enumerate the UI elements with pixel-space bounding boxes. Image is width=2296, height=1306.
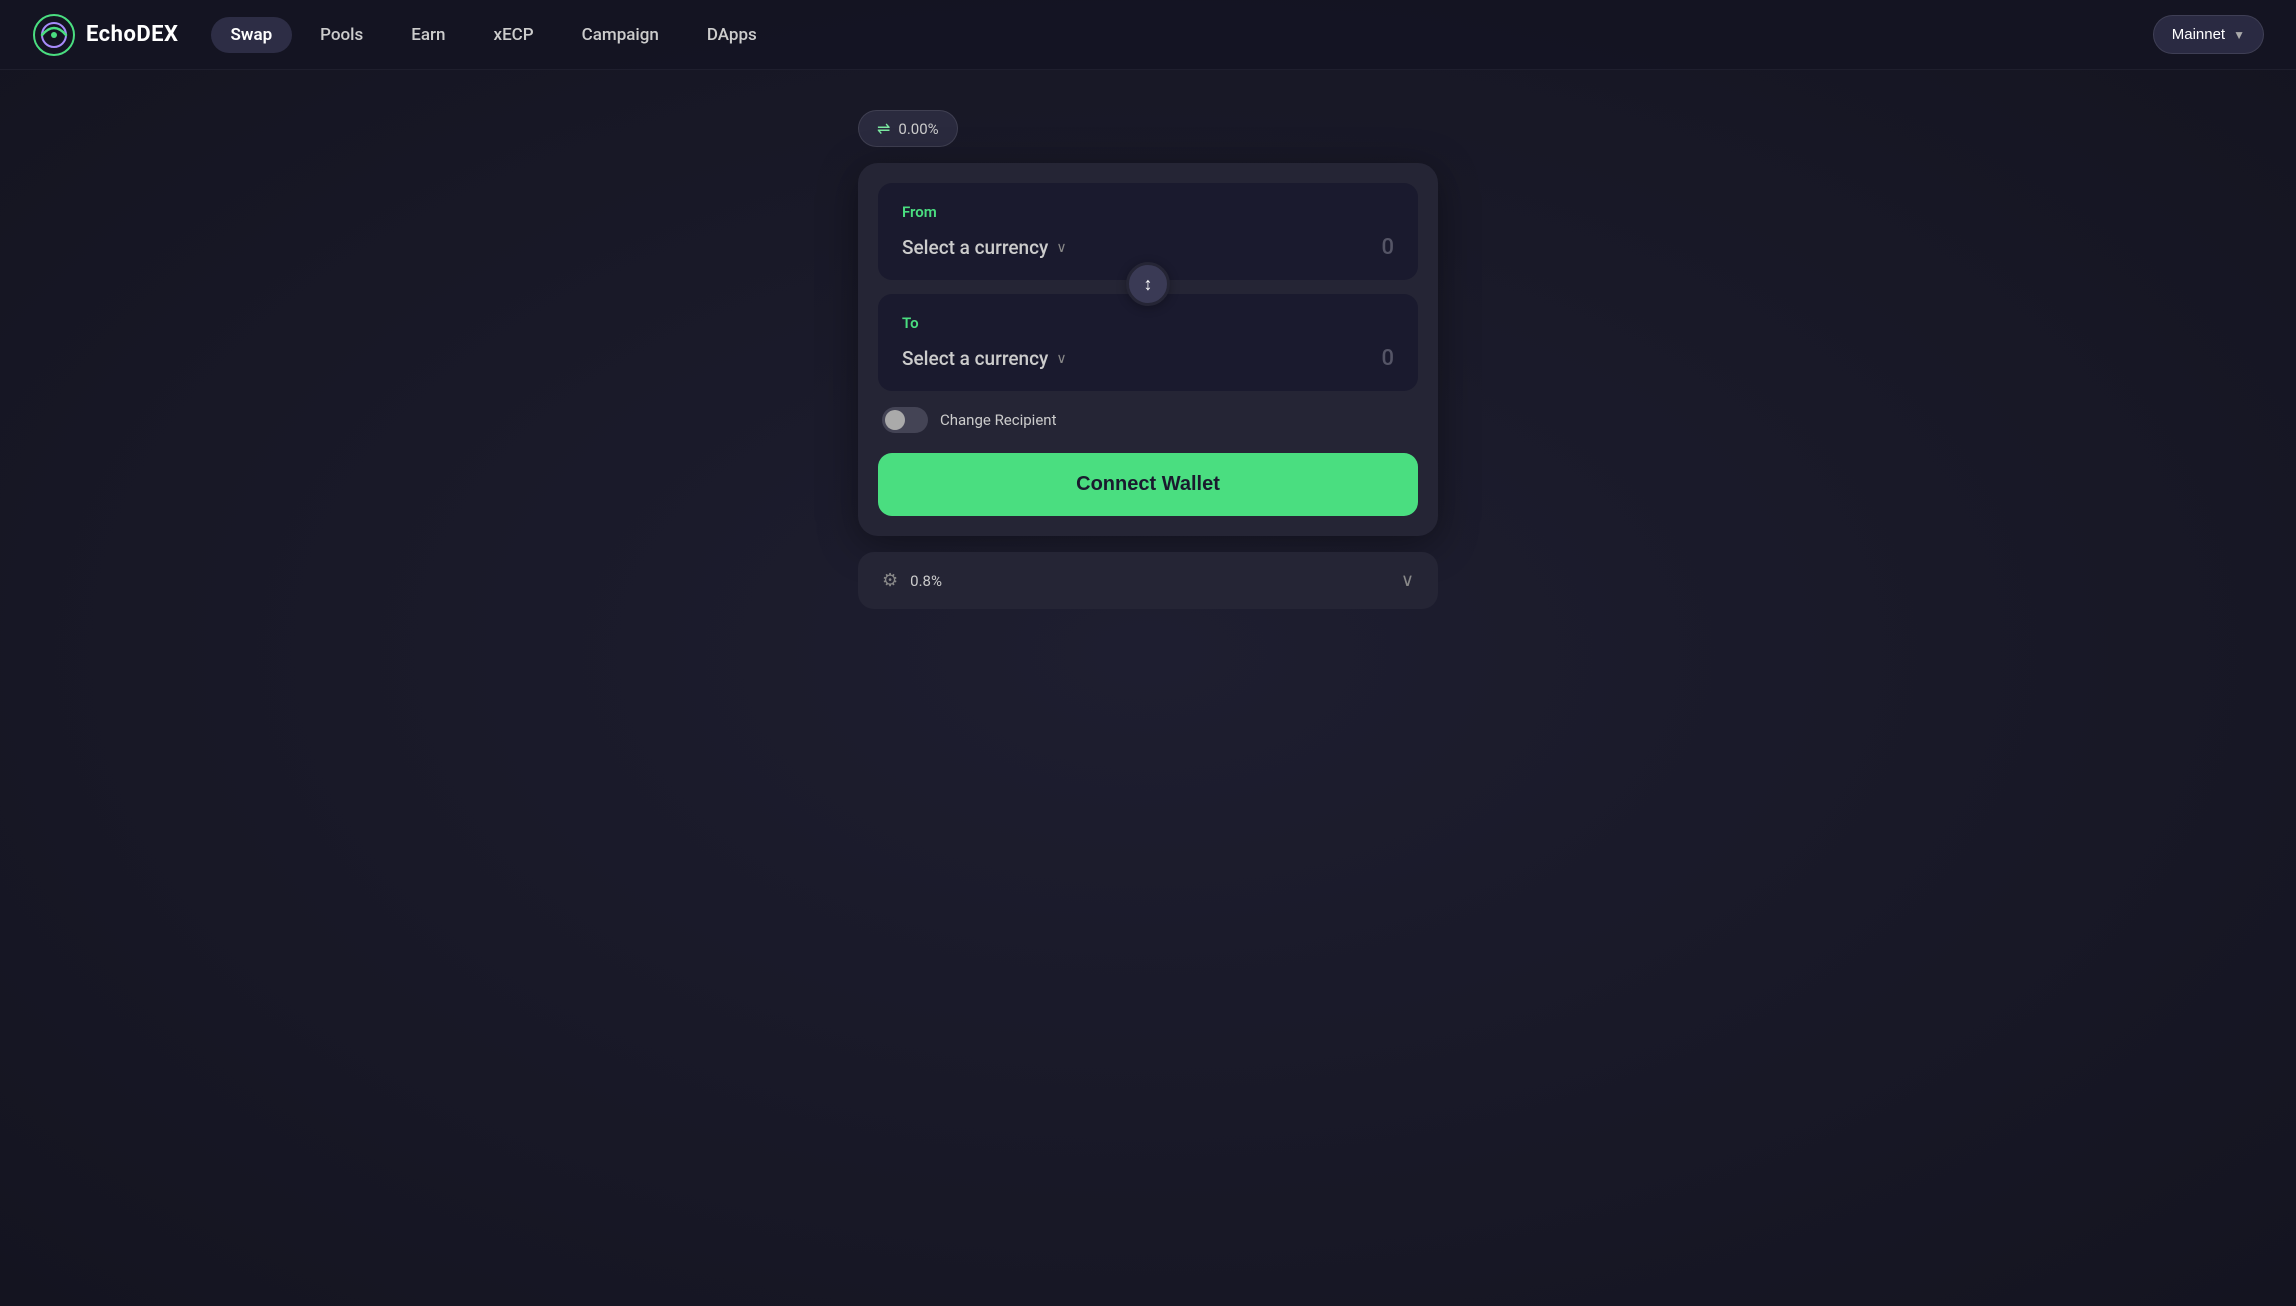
nav-item-campaign[interactable]: Campaign [562, 17, 679, 53]
settings-left: ⚙ 0.8% [882, 570, 942, 591]
nav-item-xecp[interactable]: xECP [474, 17, 554, 53]
main-content: ⇌ 0.00% From Select a currency ∨ 0 ↕ [0, 70, 2296, 1306]
to-label: To [902, 314, 1394, 332]
from-currency-select[interactable]: Select a currency ∨ [902, 236, 1067, 259]
to-chevron-down-icon: ∨ [1056, 351, 1066, 367]
nav-item-pools[interactable]: Pools [300, 17, 383, 53]
slippage-badge[interactable]: ⇌ 0.00% [858, 110, 958, 147]
from-currency-row: Select a currency ∨ 0 [902, 235, 1394, 260]
swap-arrows-icon: ↕ [1144, 274, 1153, 295]
logo-icon [32, 13, 76, 57]
network-chevron-icon: ▼ [2233, 28, 2245, 42]
from-currency-placeholder: Select a currency [902, 236, 1048, 259]
to-currency-row: Select a currency ∨ 0 [902, 346, 1394, 371]
logo[interactable]: EchoDEX [32, 13, 179, 57]
swap-card: From Select a currency ∨ 0 ↕ To [858, 163, 1438, 536]
to-amount[interactable]: 0 [1381, 346, 1394, 371]
recipient-label: Change Recipient [940, 411, 1056, 429]
settings-icon: ⚙ [882, 570, 898, 591]
settings-value: 0.8% [910, 572, 942, 590]
from-label: From [902, 203, 1394, 221]
from-chevron-down-icon: ∨ [1056, 240, 1066, 256]
connect-wallet-button[interactable]: Connect Wallet [878, 453, 1418, 516]
swap-direction-button[interactable]: ↕ [1126, 262, 1170, 306]
settings-chevron-icon: ∨ [1401, 570, 1414, 591]
recipient-toggle[interactable] [882, 407, 928, 433]
from-amount[interactable]: 0 [1381, 235, 1394, 260]
nav-item-earn[interactable]: Earn [391, 17, 465, 53]
to-box: To Select a currency ∨ 0 [878, 294, 1418, 391]
nav-links: Swap Pools Earn xECP Campaign DApps [211, 17, 2153, 53]
settings-row[interactable]: ⚙ 0.8% ∨ [858, 552, 1438, 609]
slippage-icon: ⇌ [877, 119, 890, 138]
to-currency-select[interactable]: Select a currency ∨ [902, 347, 1067, 370]
currency-boxes: From Select a currency ∨ 0 ↕ To [878, 183, 1418, 391]
nav-item-dapps[interactable]: DApps [687, 17, 777, 53]
network-selector[interactable]: Mainnet ▼ [2153, 15, 2264, 54]
slippage-value: 0.00% [898, 120, 938, 138]
nav-item-swap[interactable]: Swap [211, 17, 293, 53]
navbar: EchoDEX Swap Pools Earn xECP Campaign DA… [0, 0, 2296, 70]
to-currency-placeholder: Select a currency [902, 347, 1048, 370]
recipient-row: Change Recipient [878, 391, 1418, 449]
network-label: Mainnet [2172, 26, 2225, 43]
logo-text: EchoDEX [86, 22, 179, 47]
